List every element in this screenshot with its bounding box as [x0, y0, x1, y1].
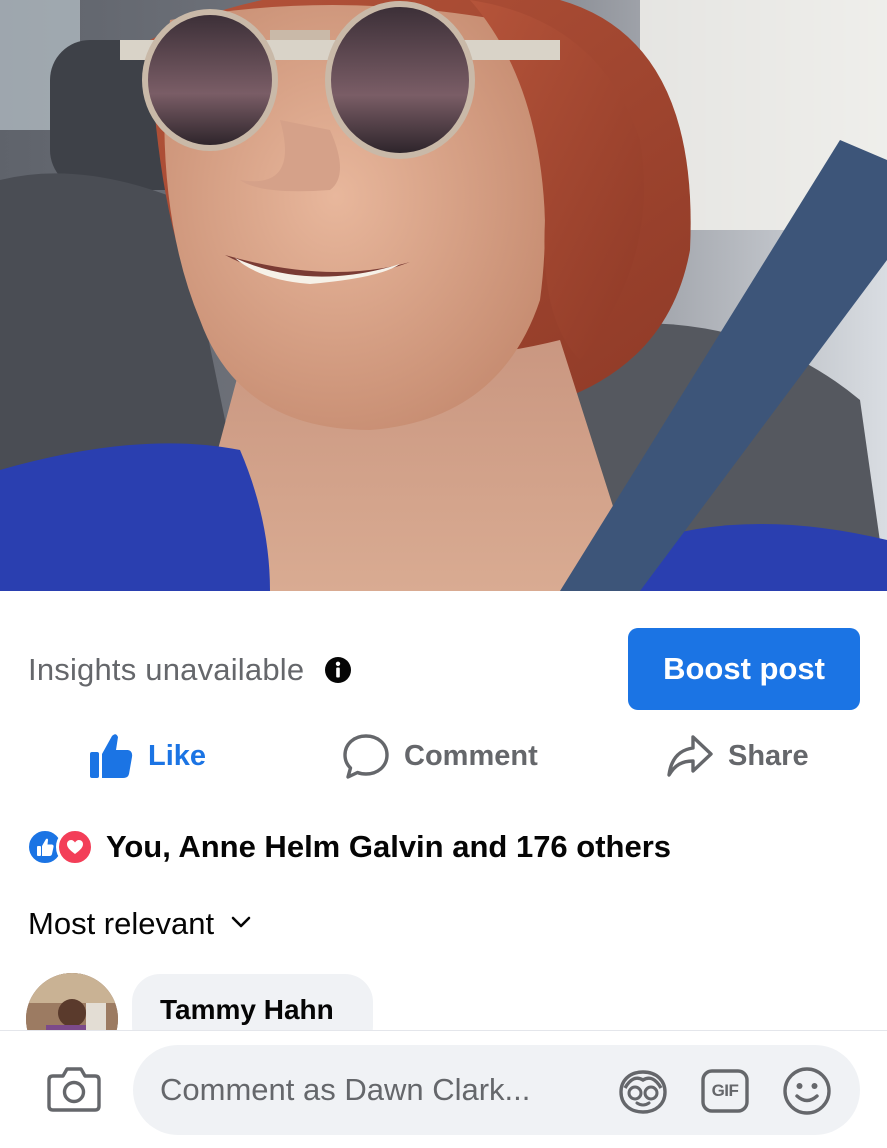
comment-button[interactable]: Comment	[342, 725, 538, 787]
chevron-down-icon	[230, 915, 252, 934]
reaction-icons	[26, 828, 94, 866]
emoji-icon[interactable]	[781, 1065, 833, 1117]
comment-sort-dropdown[interactable]: Most relevant	[28, 903, 252, 945]
love-reaction-icon	[56, 828, 94, 866]
reactions-text: You, Anne Helm Galvin and 176 others	[106, 829, 672, 864]
gif-label: GIF	[711, 1081, 739, 1100]
insights-row: Insights unavailable	[28, 650, 352, 690]
post-photo[interactable]	[0, 0, 887, 591]
thumbs-up-icon	[88, 732, 134, 780]
share-button[interactable]: Share	[666, 725, 809, 787]
reactions-summary[interactable]: You, Anne Helm Galvin and 176 others	[26, 826, 671, 868]
comment-author[interactable]: Tammy Hahn	[160, 994, 334, 1025]
post-actions: Like Comment Share	[0, 725, 887, 787]
comment-input[interactable]: Comment as Dawn Clark... GIF	[133, 1045, 860, 1135]
comment-placeholder: Comment as Dawn Clark...	[160, 1072, 531, 1107]
boost-post-button[interactable]: Boost post	[628, 628, 860, 710]
comment-composer: Comment as Dawn Clark... GIF	[0, 1030, 887, 1148]
gif-icon[interactable]: GIF	[699, 1065, 751, 1117]
like-button[interactable]: Like	[88, 725, 206, 787]
share-label: Share	[728, 739, 809, 772]
camera-button[interactable]	[46, 1063, 102, 1119]
camera-icon	[47, 1066, 101, 1117]
post-photo-illustration	[0, 0, 887, 591]
sort-label: Most relevant	[28, 906, 215, 941]
avatar-sticker-icon[interactable]	[617, 1065, 669, 1117]
like-label: Like	[148, 739, 207, 772]
comment-label: Comment	[404, 739, 538, 772]
comment-icon	[342, 732, 390, 780]
info-icon[interactable]	[324, 656, 352, 684]
insights-label: Insights unavailable	[28, 652, 305, 687]
share-icon	[666, 733, 714, 779]
